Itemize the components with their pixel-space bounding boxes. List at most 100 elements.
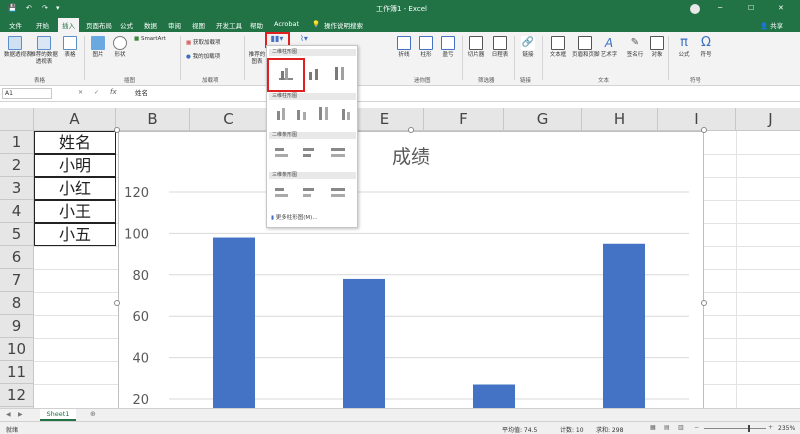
equation-button[interactable]: π 公式 (676, 36, 692, 59)
column-header-c[interactable]: C (190, 108, 268, 131)
zoom-level[interactable]: 235% (778, 425, 795, 432)
slicer-button[interactable]: 切片器 (466, 36, 486, 59)
link-button[interactable]: 🔗 链接 (520, 36, 536, 59)
cell-a5[interactable]: 小五 (34, 223, 116, 246)
formula-input[interactable]: 姓名 (132, 88, 792, 99)
3d-percent-stacked-column-icon[interactable] (317, 106, 331, 120)
row-header-6[interactable]: 6 (0, 246, 34, 269)
chart-object[interactable]: 成绩 20 40 60 80 100 120 (118, 131, 704, 421)
resize-handle[interactable] (701, 300, 707, 306)
textbox-button[interactable]: 文本框 (548, 36, 568, 59)
avatar[interactable] (690, 4, 700, 14)
select-all-corner[interactable] (0, 108, 34, 131)
3d-clustered-column-icon[interactable] (275, 106, 289, 120)
tab-formulas[interactable]: 公式 (120, 20, 133, 30)
tab-home[interactable]: 开始 (36, 20, 49, 30)
minimize-icon[interactable]: ─ (718, 4, 722, 12)
page-break-view-icon[interactable]: ▥ (678, 424, 684, 431)
tab-page-layout[interactable]: 页面布局 (86, 20, 112, 30)
tab-help[interactable]: 帮助 (250, 20, 263, 30)
close-icon[interactable]: ✕ (778, 4, 784, 12)
row-header-11[interactable]: 11 (0, 361, 34, 384)
more-column-charts-link[interactable]: ▮ 更多柱形图(M)... (271, 213, 318, 221)
row-header-8[interactable]: 8 (0, 292, 34, 315)
clustered-bar-icon[interactable] (275, 146, 289, 160)
row-header-9[interactable]: 9 (0, 315, 34, 338)
my-addins-button[interactable]: ● 我的加载项 (186, 54, 220, 61)
tab-view[interactable]: 视图 (192, 20, 205, 30)
zoom-slider[interactable] (704, 428, 766, 429)
get-addins-button[interactable]: ▦ 获取加载项 (186, 40, 220, 47)
cell-a2[interactable]: 小明 (34, 154, 116, 177)
cancel-icon[interactable]: ✕ (78, 89, 83, 96)
row-header-12[interactable]: 12 (0, 384, 34, 407)
save-icon[interactable]: 💾 (8, 4, 17, 12)
resize-handle[interactable] (701, 127, 707, 133)
column-header-b[interactable]: B (116, 108, 190, 131)
stacked-bar-icon[interactable] (303, 146, 317, 160)
sparkline-line-button[interactable]: 折线 (396, 36, 412, 59)
3d-stacked-column-icon[interactable] (295, 106, 309, 120)
chart-bar[interactable] (343, 278, 385, 410)
resize-handle[interactable] (408, 127, 414, 133)
row-header-5[interactable]: 5 (0, 223, 34, 246)
timeline-button[interactable]: 日程表 (490, 36, 510, 59)
resize-handle[interactable] (114, 127, 120, 133)
percent-stacked-bar-icon[interactable] (331, 146, 345, 160)
tab-review[interactable]: 审阅 (168, 20, 181, 30)
3d-percent-stacked-bar-icon[interactable] (331, 186, 345, 200)
3d-stacked-bar-icon[interactable] (303, 186, 317, 200)
row-header-1[interactable]: 1 (0, 131, 34, 154)
normal-view-icon[interactable]: ▦ (650, 424, 656, 431)
sheet-tab-sheet1[interactable]: Sheet1 (40, 409, 76, 421)
name-box[interactable]: A1 (2, 88, 52, 99)
percent-stacked-column-icon[interactable] (333, 66, 347, 80)
column-header-g[interactable]: G (504, 108, 582, 131)
chart-bar[interactable] (473, 384, 515, 410)
chart-bar[interactable] (213, 237, 255, 410)
column-header-j[interactable]: J (736, 108, 800, 131)
header-footer-button[interactable]: 页眉和页脚 (572, 36, 600, 59)
line-chart-button[interactable]: ⌇▾ (300, 35, 308, 44)
tab-insert[interactable]: 插入 (58, 18, 79, 32)
wordart-button[interactable]: A 艺术字 (600, 36, 618, 59)
row-header-2[interactable]: 2 (0, 154, 34, 177)
signature-line-button[interactable]: ✎ 签名行 (626, 36, 644, 59)
sparkline-column-button[interactable]: 柱形 (418, 36, 434, 59)
tell-me-search[interactable]: 操作说明搜索 (324, 20, 363, 30)
undo-icon[interactable]: ↶ (26, 4, 32, 12)
stacked-column-icon[interactable] (307, 66, 321, 80)
cell-a1[interactable]: 姓名 (34, 131, 116, 154)
add-sheet-icon[interactable]: ⊕ (90, 410, 96, 418)
row-header-7[interactable]: 7 (0, 269, 34, 292)
recommended-charts-button[interactable]: 推荐的图表 (248, 52, 266, 65)
smartart-button[interactable]: ■ SmartArt (134, 36, 166, 43)
enter-icon[interactable]: ✓ (94, 89, 99, 96)
prev-sheet-icon[interactable]: ◀ (6, 411, 11, 418)
3d-column-icon[interactable] (339, 106, 353, 120)
tab-developer[interactable]: 开发工具 (216, 20, 242, 30)
customize-qat-icon[interactable]: ▾ (56, 4, 60, 12)
object-button[interactable]: 对象 (650, 36, 664, 59)
sparkline-winloss-button[interactable]: 盈亏 (440, 36, 456, 59)
tab-data[interactable]: 数据 (144, 20, 157, 30)
column-header-h[interactable]: H (582, 108, 658, 131)
share-button[interactable]: 👤 共享 (760, 20, 783, 30)
recommended-pivot-button[interactable]: 推荐的数据透视表 (30, 36, 58, 65)
3d-clustered-bar-icon[interactable] (275, 186, 289, 200)
pictures-button[interactable]: 图片 (90, 36, 106, 59)
resize-handle[interactable] (114, 300, 120, 306)
redo-icon[interactable]: ↷ (42, 4, 48, 12)
row-header-3[interactable]: 3 (0, 177, 34, 200)
row-header-4[interactable]: 4 (0, 200, 34, 223)
page-layout-view-icon[interactable]: ▤ (664, 424, 670, 431)
zoom-out-icon[interactable]: − (694, 424, 699, 431)
tab-acrobat[interactable]: Acrobat (274, 20, 299, 28)
pivot-table-button[interactable]: 数据透视表 (4, 36, 32, 59)
column-header-i[interactable]: I (658, 108, 736, 131)
tab-file[interactable]: 文件 (9, 20, 22, 30)
cell-a3[interactable]: 小红 (34, 177, 116, 200)
next-sheet-icon[interactable]: ▶ (18, 411, 23, 418)
shapes-button[interactable]: 形状 (112, 36, 128, 59)
zoom-in-icon[interactable]: + (768, 424, 773, 431)
